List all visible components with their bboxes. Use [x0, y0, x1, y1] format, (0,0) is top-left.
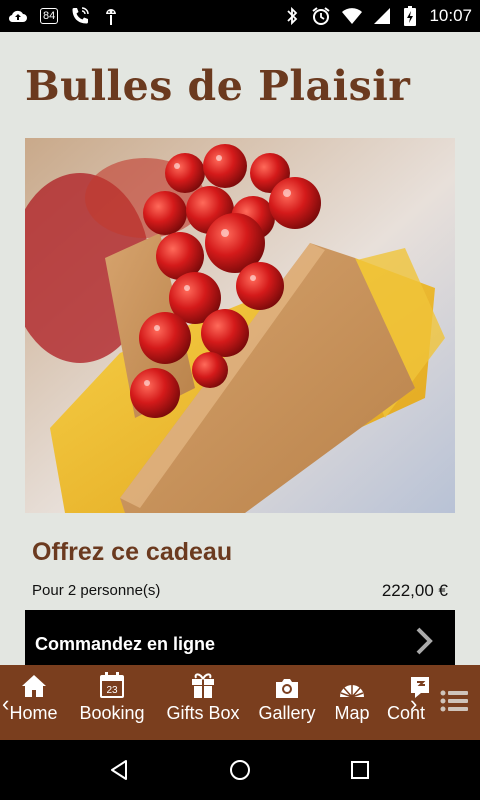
- tab-label: Cont: [387, 703, 426, 723]
- contact-icon: [387, 665, 431, 701]
- signal-icon: [373, 6, 391, 26]
- phone-call-icon: [70, 6, 90, 26]
- order-online-button[interactable]: Commandez en ligne: [25, 610, 455, 665]
- menu-list-icon[interactable]: [440, 689, 470, 718]
- tab-label: Gallery: [258, 703, 316, 723]
- sim-card-icon: 84: [40, 6, 59, 26]
- page-title: Bulles de Plaisir: [25, 62, 411, 110]
- cloud-upload-icon: [8, 6, 28, 26]
- system-navigation-bar: [0, 740, 480, 800]
- tab-label: Booking: [79, 703, 145, 723]
- scroll-right-icon[interactable]: ›: [410, 691, 417, 717]
- home-button[interactable]: [220, 750, 260, 790]
- tab-booking[interactable]: 23 Booking: [76, 665, 148, 740]
- dessert-photo: [25, 138, 455, 513]
- back-triangle-icon: [111, 760, 127, 780]
- battery-charging-icon: [401, 6, 419, 26]
- price-label: 222,00 €: [381, 581, 448, 600]
- map-icon: [339, 665, 365, 701]
- bluetooth-icon: [283, 6, 301, 26]
- home-circle-icon: [230, 760, 250, 780]
- android-debug-icon: [102, 6, 120, 26]
- alarm-icon: [311, 6, 331, 26]
- svg-text:23: 23: [106, 685, 118, 696]
- main-content: Bulles de Plaisir Offrez ce cadeau Pour …: [0, 32, 480, 665]
- sim-badge-text: 84: [40, 8, 59, 24]
- tab-label: Home: [9, 703, 58, 723]
- bottom-tab-bar: ‹ Home 23 Booking Gifts Box Gallery Map: [0, 665, 480, 740]
- tab-map[interactable]: Map: [331, 665, 373, 740]
- camera-icon: [274, 665, 300, 701]
- tab-gifts-box[interactable]: Gifts Box: [163, 665, 243, 740]
- tab-label: Gifts Box: [166, 703, 240, 723]
- tab-home[interactable]: Home: [6, 665, 61, 740]
- clock-time: 10:07: [429, 6, 472, 25]
- tab-gallery[interactable]: Gallery: [256, 665, 318, 740]
- tab-label: Map: [334, 703, 370, 723]
- status-bar: 84 10:07: [0, 0, 480, 32]
- recents-square-icon: [351, 761, 369, 779]
- chevron-right-icon: [415, 626, 433, 661]
- back-button[interactable]: [100, 750, 140, 790]
- recents-button[interactable]: [340, 750, 380, 790]
- home-icon: [21, 665, 47, 701]
- persons-count: Pour 2 personne(s): [32, 582, 161, 599]
- gift-icon: [191, 665, 215, 701]
- tab-contact[interactable]: Cont: [387, 665, 431, 740]
- calendar-icon: 23: [99, 665, 125, 701]
- order-online-label: Commandez en ligne: [35, 633, 216, 654]
- wifi-icon: [341, 6, 363, 26]
- offer-title: Offrez ce cadeau: [32, 538, 233, 566]
